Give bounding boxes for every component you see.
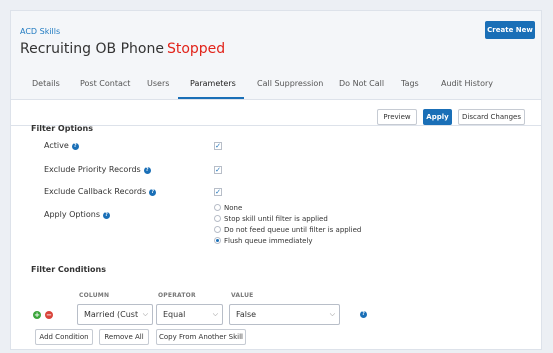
radio-stop-skill[interactable]	[214, 215, 221, 222]
active-label-text: Active	[44, 141, 69, 150]
condition-operator-select[interactable]: Equal ⌵	[156, 304, 223, 325]
filter-conditions-heading: Filter Conditions	[31, 265, 106, 274]
condition-column-value: Married (Custor	[84, 310, 138, 319]
tab-users[interactable]: Users	[147, 67, 169, 100]
question-circle-icon[interactable]: ?	[71, 143, 79, 150]
chevron-down-icon: ⌵	[212, 310, 218, 318]
apply-option-none[interactable]: None	[214, 204, 242, 214]
minus-circle-icon[interactable]: −	[45, 311, 53, 319]
tab-do-not-call[interactable]: Do Not Call	[339, 67, 384, 100]
exclude-priority-checkbox[interactable]: ✓	[214, 166, 222, 174]
radio-flush-queue[interactable]	[214, 237, 221, 244]
apply-option-stop-skill[interactable]: Stop skill until filter is applied	[214, 215, 328, 225]
page-header: ACD Skills Recruiting OB Phone Stopped Cr…	[11, 11, 541, 67]
active-tab-indicator	[178, 97, 244, 99]
condition-column-select[interactable]: Married (Custor ⌵	[77, 304, 153, 325]
copy-from-another-skill-button[interactable]: Copy From Another Skill	[156, 329, 246, 345]
question-circle-icon[interactable]: ?	[149, 189, 157, 196]
discard-changes-button[interactable]: Discard Changes	[458, 109, 525, 125]
condition-value-value: False	[236, 310, 257, 319]
chevron-down-icon: ⌵	[142, 310, 148, 318]
tab-parameters[interactable]: Parameters	[190, 67, 236, 100]
column-header: COLUMN	[79, 292, 110, 299]
remove-all-button[interactable]: Remove All	[99, 329, 149, 345]
skill-name: Recruiting OB Phone	[20, 41, 164, 57]
question-circle-icon[interactable]: ?	[103, 212, 110, 219]
tab-details[interactable]: Details	[32, 67, 60, 100]
filter-options-heading: Filter Options	[31, 124, 93, 133]
question-circle-icon[interactable]: ?	[143, 167, 151, 174]
tab-bar: Details Post Contact Users Parameters Ca…	[11, 67, 541, 100]
condition-value-select[interactable]: False ⌵	[229, 304, 340, 325]
apply-options-label-text: Apply Options	[44, 210, 100, 219]
tab-post-contact[interactable]: Post Contact	[80, 67, 130, 100]
chevron-down-icon: ⌵	[329, 310, 335, 318]
question-circle-icon[interactable]: ?	[360, 311, 367, 318]
breadcrumb-acd-skills[interactable]: ACD Skills	[20, 27, 60, 36]
exclude-callback-checkbox[interactable]: ✓	[214, 188, 222, 196]
condition-operator-value: Equal	[163, 310, 186, 319]
apply-option-do-not-feed-label: Do not feed queue until filter is applie…	[224, 226, 362, 234]
toolbar: Preview Apply Discard Changes	[11, 100, 541, 126]
apply-option-do-not-feed[interactable]: Do not feed queue until filter is applie…	[214, 226, 361, 236]
plus-circle-icon[interactable]: +	[33, 311, 41, 319]
tab-audit-history[interactable]: Audit History	[441, 67, 493, 100]
apply-options-label: Apply Options?	[44, 210, 110, 219]
page-title: Recruiting OB Phone Stopped	[20, 41, 225, 57]
active-checkbox[interactable]: ✓	[214, 142, 222, 150]
exclude-priority-label-text: Exclude Priority Records	[44, 165, 141, 174]
exclude-callback-label: Exclude Callback Records?	[44, 187, 157, 196]
active-label: Active?	[44, 141, 79, 150]
apply-button[interactable]: Apply	[423, 109, 452, 125]
operator-header: OPERATOR	[158, 292, 196, 299]
tab-call-suppression[interactable]: Call Suppression	[257, 67, 323, 100]
apply-option-flush-queue-label: Flush queue immediately	[224, 237, 313, 245]
value-header: VALUE	[231, 292, 254, 299]
radio-do-not-feed[interactable]	[214, 226, 221, 233]
apply-option-stop-skill-label: Stop skill until filter is applied	[224, 215, 328, 223]
apply-option-flush-queue[interactable]: Flush queue immediately	[214, 237, 313, 247]
status-badge: Stopped	[166, 41, 226, 57]
preview-button[interactable]: Preview	[377, 109, 417, 125]
exclude-callback-label-text: Exclude Callback Records	[44, 187, 147, 196]
create-new-button[interactable]: Create New	[485, 21, 535, 39]
apply-option-none-label: None	[224, 204, 243, 212]
tab-tags[interactable]: Tags	[401, 67, 419, 100]
add-condition-button[interactable]: Add Condition	[35, 329, 93, 345]
skill-panel: ACD Skills Recruiting OB Phone Stopped Cr…	[10, 10, 542, 350]
radio-none[interactable]	[214, 204, 221, 211]
exclude-priority-label: Exclude Priority Records?	[44, 165, 151, 174]
